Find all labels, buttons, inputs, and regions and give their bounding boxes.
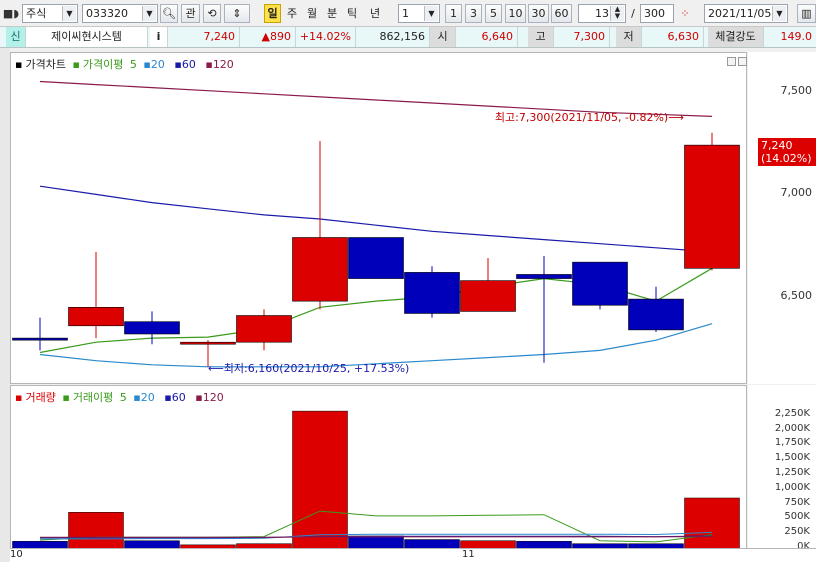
volume-y-tick-label: 500K [784,511,810,523]
stock-code-input[interactable]: 033320 ▼ [82,4,158,23]
volume-y-tick-label: 750K [784,496,810,508]
period-tick-button[interactable]: 틱 [344,4,360,23]
candle [516,255,572,363]
candle-body [124,321,180,335]
current-price: 7,240 [172,27,240,47]
candle [404,266,460,318]
interval-3-button[interactable]: 3 [465,4,482,23]
x-label-month-10: 10 [10,549,23,560]
volume-y-tick-label: 2,000K [774,422,810,434]
candle [684,132,740,271]
candle [460,258,516,312]
period-month-button[interactable]: 월 [304,4,320,23]
y-tick-label: 7,500 [780,83,813,97]
interval-60-button[interactable]: 60 [551,4,572,23]
candle-body [292,237,348,302]
low-label: 저 [616,27,642,47]
change-percent: +14.02% [296,27,356,47]
volume-y-tick-label: 1,750K [774,437,810,449]
candle [572,261,628,310]
candle [292,141,348,310]
chart-toolbar: ■◗ 주식 ▼ 033320 ▼ 🔍︎ 관 ⟲ ⇕ 일 주 월 분 틱 년 1 ▼ 1… [0,0,816,27]
y-tick-label: 7,000 [780,186,813,200]
market-select[interactable]: 주식 ▼ [22,4,78,23]
candle-body [12,337,68,341]
quote-info-row: 신 제이씨현시스템 i 7,240 ▲890 +14.02% 862,156 시… [0,27,816,48]
info-button[interactable]: i [150,27,168,47]
volume-y-tick-label: 1,000K [774,481,810,493]
strength-value: 149.0 [780,30,813,43]
interval-30-button[interactable]: 30 [528,4,549,23]
open-label: 시 [430,27,456,47]
link-icon[interactable]: ⟲ [203,4,221,23]
settings-icon[interactable]: ⁘ [676,4,694,23]
y-tick-label: 6,500 [780,289,813,303]
candle-body [236,315,292,343]
volume-y-tick-label: 2,250K [774,407,810,419]
gwan-button[interactable]: 관 [181,4,200,23]
period-day-button[interactable]: 일 [264,4,281,23]
candle-body [684,144,740,269]
period-minute-button[interactable]: 분 [324,4,340,23]
candle [628,286,684,332]
volume-value: 862,156 [356,27,430,47]
total-count-input[interactable]: 300 [640,4,674,23]
chart-icon[interactable]: ▥ [797,4,816,23]
credit-badge: 신 [6,27,26,47]
current-price-label: 7,240 [761,139,793,153]
high-label: 고 [528,27,554,47]
search-icon[interactable]: 🔍︎ [160,4,178,23]
x-axis: 10 11 [10,548,816,562]
candle [236,309,292,351]
pin-icon[interactable]: ■◗ [2,4,20,23]
left-gutter [0,48,10,562]
volume-bar [68,512,124,549]
volume-y-axis: 2,250K 2,000K 1,750K 1,500K 1,250K 1,000K 750K… [748,385,816,552]
price-change: ▲890 [240,27,296,47]
volume-y-tick-label: 1,500K [774,452,810,464]
volume-y-tick-label: 250K [784,526,810,538]
open-value: 6,640 [456,27,518,47]
current-pct-label: (14.02%) [761,152,812,166]
price-chart-panel: ▪ 가격차트 ▪ 가격이평 5 ▪20 ▪60 ▪120 최고:7,300(2021… [10,52,747,384]
stock-name: 제이씨현시스템 [26,27,148,47]
price-y-axis: 7,500 7,000 6,500 7,240 (14.02%) [748,52,816,384]
volume-chart-svg [12,410,740,549]
low-annotation: ⟵최저:6,160(2021/10/25, +17.53%) [208,361,410,375]
candle-body [180,341,236,345]
current-price-marker: 7,240 (14.02%) [758,138,816,167]
candle-body [572,261,628,306]
high-value: 7,300 [554,27,610,47]
strength-label: 체결강도 [708,27,764,47]
volume-bar [292,410,348,549]
interval-1-button[interactable]: 1 [445,4,462,23]
count-separator: / [631,7,635,20]
high-annotation: 최고:7,300(2021/11/05, -0.82%)⟶ [494,110,684,124]
candle [348,237,404,279]
period-year-button[interactable]: 년 [366,4,384,23]
candle-body [628,298,684,331]
interval-5-button[interactable]: 5 [485,4,502,23]
volume-y-tick-label: 1,250K [774,467,810,479]
candle [12,317,68,351]
up-down-stepper[interactable]: ⇕ [224,4,250,23]
candle-body [404,272,460,314]
date-picker[interactable]: 2021/11/05 ▼ [704,4,788,23]
low-value: 6,630 [642,27,704,47]
interval-select[interactable]: 1 ▼ [398,4,440,23]
candle-body [68,307,124,327]
x-label-month-11: 11 [462,549,475,560]
candle-body [348,237,404,279]
candle-body [460,280,516,312]
period-week-button[interactable]: 주 [284,4,300,23]
interval-10-button[interactable]: 10 [505,4,526,23]
price-chart-svg [12,80,740,368]
candle-body [516,274,572,279]
volume-ma-line-120 [40,536,713,538]
candle [68,251,124,339]
volume-chart-panel: ▪ 거래량 ▪ 거래이평 5 ▪20 ▪60 ▪120 [10,385,747,549]
volume-bar [684,497,740,549]
count-stepper[interactable]: 13 ▲ ▼ [578,4,626,23]
